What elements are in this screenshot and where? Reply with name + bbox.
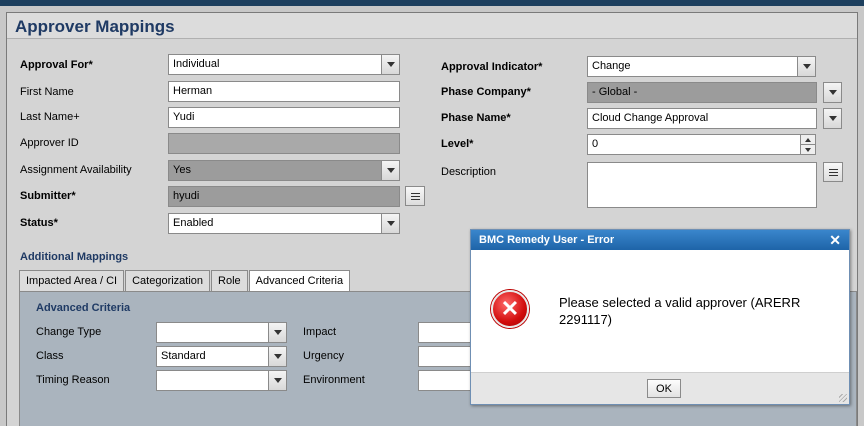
approval-indicator-select[interactable]: Change xyxy=(587,56,798,77)
phase-company-dropdown-button[interactable] xyxy=(823,82,842,103)
list-menu-icon xyxy=(410,192,420,194)
phase-company-label: Phase Company* xyxy=(441,86,531,98)
chevron-down-icon xyxy=(273,330,282,335)
tab-role[interactable]: Role xyxy=(211,270,248,291)
top-bar xyxy=(0,0,864,6)
tab-impacted-area[interactable]: Impacted Area / CI xyxy=(19,270,125,291)
change-type-label: Change Type xyxy=(36,326,102,338)
timing-reason-select[interactable] xyxy=(156,370,270,391)
chevron-down-icon xyxy=(273,354,282,359)
approver-id-label: Approver ID xyxy=(20,137,79,149)
last-name-field[interactable]: Yudi xyxy=(168,107,400,128)
phase-name-dropdown-button[interactable] xyxy=(823,108,842,129)
phase-name-label: Phase Name* xyxy=(441,112,511,124)
submitter-field[interactable]: hyudi xyxy=(168,186,400,207)
approval-for-select[interactable]: Individual xyxy=(168,54,382,75)
error-dialog-footer: OK xyxy=(471,372,849,404)
error-dialog: BMC Remedy User - Error ✕ ✕ Please selec… xyxy=(470,229,850,405)
error-dialog-title: BMC Remedy User - Error xyxy=(479,234,615,246)
additional-mappings-tabs: Impacted Area / CI Categorization Role A… xyxy=(19,270,351,292)
impact-label: Impact xyxy=(303,326,337,338)
chevron-down-icon xyxy=(802,64,811,69)
submitter-label: Submitter* xyxy=(20,190,76,202)
approval-for-dropdown-button[interactable] xyxy=(381,54,400,75)
assignment-availability-select[interactable]: Yes xyxy=(168,160,382,181)
level-spinner[interactable] xyxy=(800,134,816,155)
close-icon[interactable]: ✕ xyxy=(829,232,841,249)
chevron-down-icon xyxy=(828,90,837,95)
approval-for-label: Approval For* xyxy=(20,59,93,71)
class-select[interactable]: Standard xyxy=(156,346,270,367)
error-x-icon: ✕ xyxy=(491,290,529,328)
chevron-down-icon xyxy=(386,221,395,226)
status-select[interactable]: Enabled xyxy=(168,213,382,234)
list-menu-icon xyxy=(828,168,838,170)
change-type-dropdown-button[interactable] xyxy=(268,322,287,343)
urgency-label: Urgency xyxy=(303,350,344,362)
advanced-criteria-title: Advanced Criteria xyxy=(36,302,131,314)
environment-label: Environment xyxy=(303,374,365,386)
environment-select[interactable] xyxy=(418,370,474,391)
ok-button[interactable]: OK xyxy=(647,379,681,398)
first-name-label: First Name xyxy=(20,86,74,98)
chevron-down-icon xyxy=(828,116,837,121)
error-dialog-header: BMC Remedy User - Error ✕ xyxy=(471,230,849,250)
class-dropdown-button[interactable] xyxy=(268,346,287,367)
timing-reason-dropdown-button[interactable] xyxy=(268,370,287,391)
chevron-down-icon xyxy=(386,168,395,173)
spin-down-icon xyxy=(805,148,811,152)
spin-up-icon xyxy=(805,137,811,142)
submitter-list-button[interactable] xyxy=(405,186,425,206)
description-field[interactable] xyxy=(587,162,817,208)
assignment-availability-dropdown-button[interactable] xyxy=(381,160,400,181)
tab-advanced-criteria[interactable]: Advanced Criteria xyxy=(248,270,351,292)
description-label: Description xyxy=(441,166,497,178)
status-label: Status* xyxy=(20,217,58,229)
resize-grip-icon[interactable] xyxy=(839,394,847,402)
approval-indicator-dropdown-button[interactable] xyxy=(797,56,816,77)
error-message: Please selected a valid approver (ARERR … xyxy=(559,295,801,327)
phase-name-field[interactable]: Cloud Change Approval xyxy=(587,108,817,129)
urgency-select[interactable] xyxy=(418,346,474,367)
page-title: Approver Mappings xyxy=(7,13,857,39)
status-dropdown-button[interactable] xyxy=(381,213,400,234)
approval-indicator-label: Approval Indicator* xyxy=(441,61,543,73)
level-field[interactable]: 0 xyxy=(587,134,801,155)
change-type-select[interactable] xyxy=(156,322,270,343)
level-label: Level* xyxy=(441,138,474,150)
timing-reason-label: Timing Reason xyxy=(36,374,110,386)
assignment-availability-label: Assignment Availability xyxy=(20,164,132,176)
description-list-button[interactable] xyxy=(823,162,843,182)
approver-id-field[interactable] xyxy=(168,133,400,154)
class-label: Class xyxy=(36,350,64,362)
last-name-label: Last Name+ xyxy=(20,111,80,123)
chevron-down-icon xyxy=(273,378,282,383)
phase-company-field[interactable]: - Global - xyxy=(587,82,817,103)
impact-select[interactable] xyxy=(418,322,474,343)
chevron-down-icon xyxy=(386,62,395,67)
first-name-field[interactable]: Herman xyxy=(168,81,400,102)
tab-categorization[interactable]: Categorization xyxy=(125,270,211,291)
additional-mappings-title: Additional Mappings xyxy=(20,251,129,263)
